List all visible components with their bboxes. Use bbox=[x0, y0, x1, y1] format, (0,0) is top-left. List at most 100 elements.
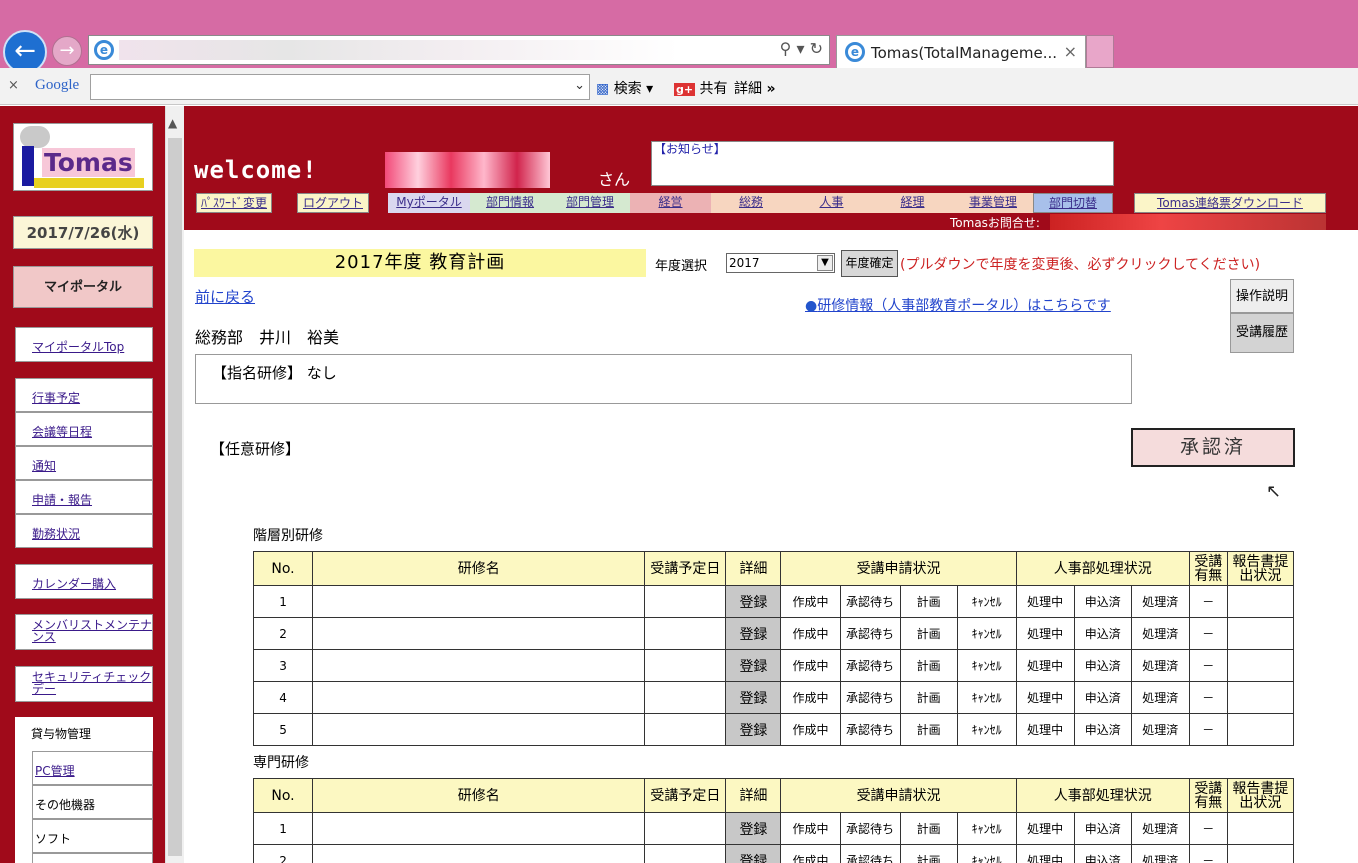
register-button[interactable]: 登録 bbox=[725, 585, 782, 618]
sidebar-item-applications[interactable]: 申請・報告 bbox=[15, 480, 153, 514]
register-button[interactable]: 登録 bbox=[725, 649, 782, 682]
nav-contact-download[interactable]: Tomas連絡票ダウンロード bbox=[1134, 193, 1326, 213]
date-cell[interactable] bbox=[644, 585, 727, 618]
google-search-input[interactable]: ⌄ bbox=[90, 74, 590, 100]
sidebar-link[interactable]: セキュリティチェックデー bbox=[32, 670, 151, 696]
register-button[interactable]: 登録 bbox=[725, 617, 782, 650]
browser-tab[interactable]: e Tomas(TotalManageme... × bbox=[836, 35, 1086, 68]
status-pending: 承認待ち bbox=[839, 681, 901, 714]
date-cell[interactable] bbox=[644, 617, 727, 650]
year-select[interactable]: 2017 ▼ bbox=[726, 253, 835, 273]
training-name-cell[interactable] bbox=[312, 649, 646, 682]
sidebar-link[interactable]: カレンダー購入 bbox=[32, 577, 116, 591]
more-button[interactable]: 詳細 » bbox=[734, 78, 776, 98]
date-cell[interactable] bbox=[644, 713, 727, 746]
my-portal-heading[interactable]: マイポータル bbox=[13, 266, 153, 308]
sidebar-item-pc[interactable]: PC管理 bbox=[32, 751, 153, 785]
nav-business[interactable]: 事業管理 bbox=[953, 193, 1033, 213]
nav-dept-info[interactable]: 部門情報 bbox=[470, 193, 550, 213]
nav-logout[interactable]: ログアウト bbox=[297, 193, 369, 213]
row-no: 2 bbox=[252, 617, 314, 650]
sidebar-item-events[interactable]: 行事予定 bbox=[15, 378, 153, 412]
sidebar-link[interactable]: 申請・報告 bbox=[32, 493, 92, 507]
col-application-status: 受講申請状況 bbox=[780, 551, 1017, 586]
tomas-logo[interactable]: Tomas bbox=[13, 123, 153, 191]
bullet-icon: ● bbox=[805, 298, 818, 314]
sidebar-item-myportal-top[interactable]: マイポータルTop bbox=[15, 327, 153, 362]
search-refresh-icon[interactable]: ⚲ ▾ ↻ bbox=[780, 39, 823, 58]
training-name-cell[interactable] bbox=[312, 844, 646, 863]
sidebar-link[interactable]: ソフト bbox=[35, 832, 71, 846]
chevron-down-icon[interactable]: ⌄ bbox=[574, 78, 585, 93]
sidebar-item-notices[interactable]: 通知 bbox=[15, 446, 153, 480]
sidebar-link[interactable]: 会議等日程 bbox=[32, 425, 92, 439]
section-title: 階層別研修 bbox=[253, 528, 323, 544]
sidebar-link[interactable]: 行事予定 bbox=[32, 391, 80, 405]
register-button[interactable]: 登録 bbox=[725, 812, 782, 845]
notice-label: 【お知らせ】 bbox=[654, 142, 726, 156]
nav-dept-manage[interactable]: 部門管理 bbox=[550, 193, 630, 213]
close-icon[interactable]: × bbox=[1064, 42, 1077, 61]
nav-general-affairs[interactable]: 総務 bbox=[711, 193, 791, 213]
nav-my-portal[interactable]: Myポータル bbox=[388, 193, 470, 213]
sidebar-link[interactable]: メンバリストメンテナンス bbox=[32, 618, 152, 644]
sidebar-item-other-devices[interactable]: その他機器 bbox=[32, 785, 153, 819]
share-button[interactable]: g+ 共有 bbox=[674, 78, 728, 98]
training-name-cell[interactable] bbox=[312, 812, 646, 845]
sidebar-link[interactable]: 通知 bbox=[32, 459, 56, 473]
toolbar-close-icon[interactable]: × bbox=[8, 78, 19, 93]
hr-applied: 申込済 bbox=[1073, 585, 1132, 618]
sidebar-link[interactable]: マイポータルTop bbox=[32, 340, 124, 354]
nav-accounting[interactable]: 経理 bbox=[872, 193, 953, 213]
sidebar-item-calendar[interactable]: カレンダー購入 bbox=[15, 564, 153, 599]
sidebar-link[interactable]: 勤務状況 bbox=[32, 527, 80, 541]
col-no: No. bbox=[252, 778, 314, 813]
nav-dept-switch[interactable]: 部門切替 bbox=[1033, 193, 1113, 213]
sidebar-scrollbar[interactable]: ▲ bbox=[165, 106, 184, 863]
table-row: 1 登録 作成中 承認待ち 計画 ｷｬﾝｾﾙ 処理中 申込済 処理済－ bbox=[252, 585, 1295, 618]
contact-label: Tomasお問合せ: bbox=[950, 216, 1040, 230]
date-cell[interactable] bbox=[644, 812, 727, 845]
tab-title: Tomas(TotalManageme... bbox=[871, 44, 1058, 62]
welcome-text: welcome! bbox=[194, 156, 318, 184]
year-confirm-button[interactable]: 年度確定 bbox=[841, 250, 898, 277]
sidebar-item-software[interactable]: ソフト bbox=[32, 819, 153, 853]
sidebar-link[interactable]: その他機器 bbox=[35, 798, 95, 812]
register-button[interactable]: 登録 bbox=[725, 844, 782, 863]
register-button[interactable]: 登録 bbox=[725, 713, 782, 746]
new-tab-button[interactable] bbox=[1086, 35, 1114, 68]
status-pending: 承認待ち bbox=[839, 713, 901, 746]
training-name-cell[interactable] bbox=[312, 681, 646, 714]
forward-arrow-icon[interactable]: → bbox=[52, 36, 82, 66]
history-button[interactable]: 受講履歴 bbox=[1230, 313, 1294, 353]
training-name-cell[interactable] bbox=[312, 585, 646, 618]
training-info-text[interactable]: 研修情報（人事部教育ポータル）はこちらです bbox=[817, 298, 1111, 314]
training-name-cell[interactable] bbox=[312, 713, 646, 746]
help-button[interactable]: 操作説明 bbox=[1230, 279, 1294, 313]
date-cell[interactable] bbox=[644, 681, 727, 714]
sidebar-item-more[interactable] bbox=[32, 853, 153, 863]
register-button[interactable]: 登録 bbox=[725, 681, 782, 714]
back-link[interactable]: 前に戻る bbox=[195, 286, 255, 307]
sidebar-item-attendance[interactable]: 勤務状況 bbox=[15, 514, 153, 548]
chevron-down-icon[interactable]: ▼ bbox=[817, 255, 833, 271]
nav-password-change[interactable]: ﾊﾟｽﾜｰﾄﾞ変更 bbox=[196, 193, 272, 213]
date-cell[interactable] bbox=[644, 649, 727, 682]
sidebar-item-meetings[interactable]: 会議等日程 bbox=[15, 412, 153, 446]
address-bar[interactable]: e ⚲ ▾ ↻ bbox=[88, 35, 830, 65]
sidebar-link[interactable]: PC管理 bbox=[35, 764, 75, 778]
sidebar-item-member-list[interactable]: メンバリストメンテナンス bbox=[15, 614, 153, 650]
chevron-up-icon[interactable]: ▲ bbox=[168, 116, 177, 130]
search-button[interactable]: ▩ 検索 ▾ bbox=[596, 78, 653, 98]
mouse-cursor-icon: ↖ bbox=[1266, 481, 1282, 502]
training-name-cell[interactable] bbox=[312, 617, 646, 650]
approval-status-button[interactable]: 承認済 bbox=[1131, 428, 1295, 467]
scrollbar-thumb[interactable] bbox=[168, 138, 182, 856]
nav-management[interactable]: 経営 bbox=[630, 193, 711, 213]
sidebar-item-security[interactable]: セキュリティチェックデー bbox=[15, 666, 153, 702]
nav-hr[interactable]: 人事 bbox=[791, 193, 872, 213]
hr-applied: 申込済 bbox=[1073, 681, 1132, 714]
date-cell[interactable] bbox=[644, 844, 727, 863]
table-row: 1 登録 作成中 承認待ち 計画 ｷｬﾝｾﾙ 処理中 申込済 処理済－ bbox=[252, 812, 1295, 845]
training-info-link[interactable]: ●研修情報（人事部教育ポータル）はこちらです bbox=[805, 295, 1111, 315]
